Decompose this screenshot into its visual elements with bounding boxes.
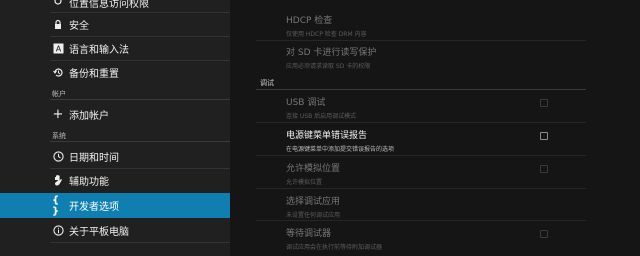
checkbox[interactable] xyxy=(540,99,548,107)
checkbox[interactable] xyxy=(540,132,548,140)
sidebar-item-date-time[interactable]: 日期和时间 xyxy=(0,144,230,168)
pref-divider xyxy=(256,155,586,156)
pref-hdcp-check[interactable]: HDCP 检查 仅使用 HDCP 检查 DRM 内容 xyxy=(286,13,582,38)
pref-divider xyxy=(256,220,586,221)
sidebar-item-label: 语言和输入法 xyxy=(69,44,129,56)
pref-mock-locations[interactable]: 允许模拟位置 允许模拟位置 xyxy=(286,161,582,186)
sidebar-item-language[interactable]: A 语言和输入法 xyxy=(0,36,230,60)
sidebar-item-label: 关于平板电脑 xyxy=(69,226,129,238)
pref-select-debug-app[interactable]: 选择调试应用 未设置任何调试应用 xyxy=(286,194,582,219)
pref-summary: 在电源键菜单中添加提交错误报告的选项 xyxy=(286,146,395,153)
sidebar-item-about-tablet[interactable]: 关于平板电脑 xyxy=(0,218,230,242)
plus-icon: + xyxy=(52,106,64,122)
pref-divider xyxy=(256,122,586,123)
sidebar-item-backup[interactable]: 备份和重置 xyxy=(0,60,230,84)
sidebar-item-security[interactable]: 安全 xyxy=(0,12,230,36)
pref-summary: 调试应用会在执行前等待附加调试器 xyxy=(286,244,383,251)
sidebar-item-add-account[interactable]: + 添加帐户 xyxy=(0,102,230,126)
sidebar-item-label: 日期和时间 xyxy=(69,152,119,164)
section-divider xyxy=(256,89,586,90)
checkbox[interactable] xyxy=(540,230,548,238)
pref-summary: 未设置任何调试应用 xyxy=(286,212,341,219)
accounts-section-header: 帐户 xyxy=(52,90,66,98)
hand-icon xyxy=(52,174,64,186)
lock-icon xyxy=(52,18,64,30)
pref-divider xyxy=(256,188,586,189)
pref-divider xyxy=(256,40,586,41)
sidebar-item-accessibility[interactable]: 辅助功能 xyxy=(0,168,230,192)
pref-title: HDCP 检查 xyxy=(286,16,333,26)
pref-summary: 应用必须请求读取 SD 卡的权限 xyxy=(286,63,371,70)
sidebar-item-label: 开发者选项 xyxy=(69,202,119,213)
location-icon xyxy=(52,0,64,8)
pref-wait-for-debugger[interactable]: 等待调试器 调试应用会在执行前等待附加调试器 xyxy=(286,226,582,251)
sidebar-item-label: 位置信息访问权限 xyxy=(69,0,149,10)
pref-sd-write-protect[interactable]: 对 SD 卡进行读写保护 应用必须请求读取 SD 卡的权限 xyxy=(286,45,582,70)
pref-title: 选择调试应用 xyxy=(286,197,341,207)
debug-section-header: 调试 xyxy=(260,79,274,87)
pref-title: 对 SD 卡进行读写保护 xyxy=(286,48,377,58)
pref-summary: 仅使用 HDCP 检查 DRM 内容 xyxy=(286,31,367,38)
sidebar-divider xyxy=(50,242,230,243)
pref-title: USB 调试 xyxy=(286,98,326,108)
braces-icon: { } xyxy=(52,194,60,217)
backup-restore-icon xyxy=(52,66,64,78)
keyboard-a-icon: A xyxy=(52,42,64,54)
section-divider xyxy=(50,99,230,100)
pref-title: 电源键菜单错误报告 xyxy=(286,131,368,141)
info-icon xyxy=(52,224,64,236)
system-section-header: 系统 xyxy=(52,132,66,140)
pref-title: 允许模拟位置 xyxy=(286,164,341,174)
pref-usb-debugging[interactable]: USB 调试 连接 USB 后启用调试模式 xyxy=(286,95,582,120)
checkbox[interactable] xyxy=(540,165,548,173)
clock-icon xyxy=(52,150,64,162)
settings-sidebar: 位置信息访问权限 安全 A 语言和输入法 备份和重置 帐户 + 添加帐户 系统 … xyxy=(0,0,230,256)
pref-summary: 连接 USB 后启用调试模式 xyxy=(286,113,357,120)
sidebar-item-label: 辅助功能 xyxy=(69,176,109,188)
sidebar-item-label: 添加帐户 xyxy=(69,110,109,122)
sidebar-item-label: 备份和重置 xyxy=(69,68,119,80)
pref-title: 等待调试器 xyxy=(286,229,332,239)
pref-power-menu-bug-report[interactable]: 电源键菜单错误报告 在电源键菜单中添加提交错误报告的选项 xyxy=(286,128,582,153)
sidebar-item-developer-options[interactable]: { } 开发者选项 xyxy=(0,193,230,218)
svg-text:A: A xyxy=(55,44,61,53)
sidebar-item-label: 安全 xyxy=(69,20,89,32)
section-divider xyxy=(50,141,230,142)
pref-summary: 允许模拟位置 xyxy=(286,179,323,186)
